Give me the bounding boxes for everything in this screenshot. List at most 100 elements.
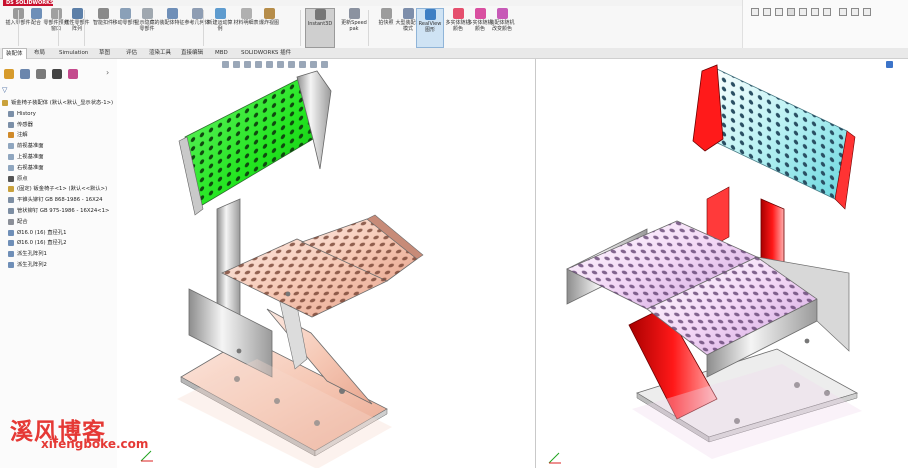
display-manager-tab-icon[interactable] (68, 69, 78, 79)
feature-tree-item[interactable]: 配合 (0, 217, 117, 228)
tab-8[interactable]: SOLIDWORKS 插件 (238, 48, 294, 58)
assembly-features-button[interactable]: 装配体特征 (158, 8, 186, 48)
scene-icon[interactable] (310, 61, 317, 68)
feature-tree-label: Ø16.0 (16) 直径孔2 (17, 240, 67, 247)
feature-tree-item[interactable]: Ø16.0 (16) 直径孔2 (0, 238, 117, 249)
tab-7[interactable]: MBD (212, 48, 231, 58)
feature-tree-label: Ø16.0 (16) 直径孔1 (17, 229, 67, 236)
feature-tree-item[interactable]: Ø16.0 (16) 直径孔1 (0, 228, 117, 239)
feature-icon (8, 261, 14, 268)
show-hidden-button[interactable]: 显示隐藏的零部件 (133, 8, 161, 48)
feature-tree-item[interactable]: 注解 (0, 130, 117, 141)
maximize-view-icon[interactable] (886, 61, 893, 68)
property-manager-tab-icon[interactable] (20, 69, 30, 79)
feature-tree-label: 管状铆钉 GB 975-1986 - 16X24<1> (17, 207, 110, 214)
select-icon[interactable] (787, 8, 795, 16)
instant3d-button[interactable]: Instant3D (305, 8, 335, 48)
feature-tree-item[interactable]: 管状铆钉 GB 975-1986 - 16X24<1> (0, 206, 117, 217)
feature-tree-item[interactable]: 派生孔阵列1 (0, 249, 117, 260)
feature-tree-item[interactable]: History (0, 109, 117, 120)
feature-tree-tab-icon[interactable] (4, 69, 14, 79)
configuration-tab-icon[interactable] (36, 69, 46, 79)
appearance-icon[interactable] (299, 61, 306, 68)
ribbon-button-label: Instant3D (307, 21, 333, 27)
view-orientation-icon[interactable] (266, 61, 273, 68)
ribbon-button-label: 更新Speedpak (341, 20, 367, 32)
feature-tree-label: 配合 (17, 218, 28, 225)
feature-tree-item[interactable]: 前视基准面 (0, 141, 117, 152)
view-orientation-icon[interactable] (751, 8, 759, 16)
ribbon-separator (368, 10, 369, 46)
section-view-icon[interactable] (255, 61, 262, 68)
previous-view-icon[interactable] (244, 61, 251, 68)
heads-up-toolbar-left (222, 61, 332, 70)
feature-icon (8, 175, 14, 182)
instant3d-icon (314, 9, 326, 20)
help-icon[interactable] (839, 8, 847, 16)
pan-icon[interactable] (823, 8, 831, 16)
show-hidden-icon (141, 8, 153, 19)
mate-icon (30, 8, 42, 19)
search-icon[interactable] (851, 8, 859, 16)
right-chair (566, 64, 862, 459)
filter-icon[interactable]: ▽ (2, 86, 7, 94)
tab-3[interactable]: 草图 (96, 48, 113, 58)
feature-tree-label: 派生孔阵列1 (17, 251, 47, 258)
watermark-url: xifengboke.com (41, 437, 149, 451)
hide-show-icon[interactable] (288, 61, 295, 68)
tab-4[interactable]: 评估 (123, 48, 140, 58)
zoom-area-icon[interactable] (233, 61, 240, 68)
display-style-icon[interactable] (763, 8, 771, 16)
tab-2[interactable]: Simulation (56, 48, 91, 58)
graphics-viewport[interactable] (117, 59, 908, 469)
ribbon-separator (84, 10, 85, 46)
tab-1[interactable]: 布局 (31, 48, 48, 58)
feature-tree-label: 传感器 (17, 121, 33, 128)
zoom-icon[interactable] (799, 8, 807, 16)
coordinate-triad-left (140, 450, 153, 462)
feature-icon (8, 229, 14, 236)
section-view-icon[interactable] (775, 8, 783, 16)
feature-tree-item[interactable]: 平锥头铆钉 GB 868-1986 - 16X24 (0, 195, 117, 206)
viewport-split-divider[interactable] (535, 59, 536, 468)
ribbon-separator (203, 10, 204, 46)
exploded-view-button[interactable]: 爆炸视图 (255, 8, 283, 48)
view-settings-icon[interactable] (321, 61, 328, 68)
ribbon-button-label: 线性零部件阵列 (64, 20, 90, 32)
update-speedpak-button[interactable]: 更新Speedpak (340, 8, 368, 48)
feature-tree-item[interactable]: 右视基准面 (0, 163, 117, 174)
ribbon-separator (300, 10, 301, 46)
rotate-icon[interactable] (811, 8, 819, 16)
left-chair (177, 70, 424, 469)
tab-5[interactable]: 渲染工具 (146, 48, 174, 58)
feature-tree-item[interactable]: 上视基准面 (0, 152, 117, 163)
feature-tree-label: History (17, 110, 36, 117)
feature-tree-label: 注解 (17, 132, 28, 139)
ribbon-right-panel (742, 0, 908, 48)
settings-icon[interactable] (863, 8, 871, 16)
random-color-change-button[interactable]: 装配体随机改变颜色 (488, 8, 516, 48)
dimxpert-tab-icon[interactable] (52, 69, 62, 79)
tab-6[interactable]: 直接编辑 (178, 48, 206, 58)
tab-0[interactable]: 装配体 (2, 48, 27, 59)
feature-tree-item[interactable]: 原点 (0, 174, 117, 185)
new-motion-study-button[interactable]: 新建运动算例 (206, 8, 234, 48)
linear-pattern-icon (71, 8, 83, 19)
feature-tree-item[interactable]: 派生孔阵列2 (0, 260, 117, 271)
feature-icon (8, 207, 14, 214)
display-style-icon[interactable] (277, 61, 284, 68)
feature-icon (8, 143, 14, 150)
ribbon-separator (58, 10, 59, 46)
chevron-right-icon[interactable]: › (106, 68, 109, 77)
feature-icon (8, 240, 14, 247)
feature-tree-item[interactable]: (固定) 钣金椅子<1> (默认<<默认>) (0, 184, 117, 195)
zoom-to-fit-icon[interactable] (222, 61, 229, 68)
linear-pattern-button[interactable]: 线性零部件阵列 (63, 8, 91, 48)
assembly-graphics (140, 64, 862, 469)
feature-tree-item[interactable]: 传感器 (0, 120, 117, 131)
feature-tree-item[interactable]: 钣金椅子装配体 (默认<默认_显示状态-1>) (0, 98, 117, 109)
realview-button[interactable]: RealView图形 (416, 8, 444, 48)
feature-icon (8, 110, 14, 117)
feature-icon (2, 100, 8, 106)
feature-icon (8, 121, 14, 128)
